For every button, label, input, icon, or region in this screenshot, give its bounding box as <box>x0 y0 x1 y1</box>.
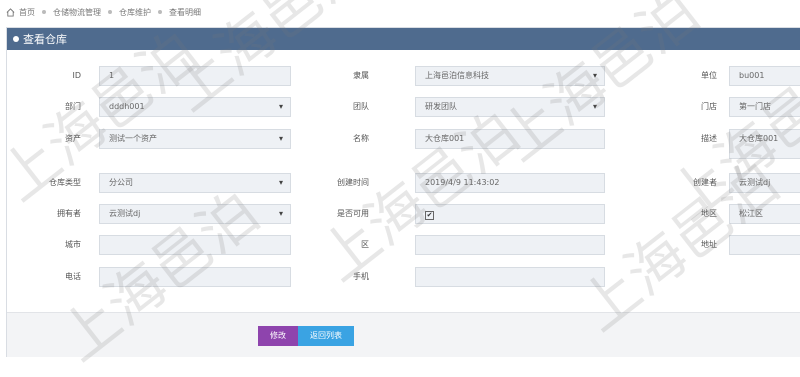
creator-label: 创建者 <box>693 178 717 187</box>
owner-select[interactable]: 上海邑泊信息科技 <box>415 66 605 86</box>
district-label: 区 <box>361 240 369 249</box>
desc-textarea[interactable]: 大仓库001 <box>729 129 800 159</box>
breadcrumb-detail: 查看明细 <box>169 7 201 17</box>
district-field[interactable] <box>415 235 605 255</box>
type-label: 仓库类型 <box>49 178 81 187</box>
store-label: 门店 <box>701 102 717 111</box>
created-at-label: 创建时间 <box>337 178 369 187</box>
id-field[interactable]: 1 <box>99 66 291 86</box>
dept-label: 部门 <box>65 102 81 111</box>
form-row: 部门 dddh001 团队 研发团队 门店 第一门店 <box>7 96 800 118</box>
unit-label: 单位 <box>701 71 717 80</box>
region-label: 地区 <box>701 209 717 218</box>
available-checkbox[interactable]: ✔ <box>425 211 434 220</box>
creator-field[interactable]: 云测试dj <box>729 173 800 193</box>
asset-label: 资产 <box>65 134 81 143</box>
name-field[interactable]: 大仓库001 <box>415 129 605 149</box>
available-field: ✔ <box>415 204 605 224</box>
breadcrumb-warehouse-maintenance[interactable]: 仓库维护 <box>119 7 151 18</box>
dept-select[interactable]: dddh001 <box>99 97 291 117</box>
team-select[interactable]: 研发团队 <box>415 97 605 117</box>
info-icon <box>13 36 19 42</box>
mobile-label: 手机 <box>353 272 369 281</box>
form-row: 城市 区 地址 <box>7 234 800 256</box>
panel-title: 查看仓库 <box>23 33 67 46</box>
form-footer: 修改 返回列表 <box>7 312 800 357</box>
name-label: 名称 <box>353 134 369 143</box>
unit-field[interactable]: bu001 <box>729 66 800 86</box>
owner-label: 隶属 <box>353 71 369 80</box>
phone-label: 电话 <box>65 272 81 281</box>
available-label: 是否可用 <box>337 209 369 218</box>
breadcrumb-separator <box>42 10 46 14</box>
phone-field[interactable] <box>99 267 291 287</box>
breadcrumb-warehouse-logistics[interactable]: 仓储物流管理 <box>53 7 101 18</box>
form-row: 电话 手机 <box>7 266 800 288</box>
address-label: 地址 <box>701 240 717 249</box>
view-warehouse-panel: 查看仓库 ID 1 隶属 上海邑泊信息科技 单位 bu001 部门 dddh00… <box>6 27 800 357</box>
form-row: 仓库类型 分公司 创建时间 2019/4/9 11:43:02 创建者 云测试d… <box>7 172 800 194</box>
form-row: 资产 测试一个资产 名称 大仓库001 描述 大仓库001 <box>7 128 800 159</box>
city-field[interactable] <box>99 235 291 255</box>
type-select[interactable]: 分公司 <box>99 173 291 193</box>
holder-select[interactable]: 云测试dj <box>99 204 291 224</box>
home-icon[interactable] <box>6 7 15 17</box>
team-label: 团队 <box>353 102 369 111</box>
panel-header: 查看仓库 <box>7 28 800 50</box>
city-label: 城市 <box>65 240 81 249</box>
mobile-field[interactable] <box>415 267 605 287</box>
form-row: 拥有者 云测试dj 是否可用 ✔ 地区 松江区 <box>7 203 800 225</box>
form-row: ID 1 隶属 上海邑泊信息科技 单位 bu001 <box>7 65 800 87</box>
id-label: ID <box>72 71 81 80</box>
edit-button[interactable]: 修改 <box>258 326 298 346</box>
back-to-list-button[interactable]: 返回列表 <box>298 326 354 346</box>
holder-label: 拥有者 <box>57 209 81 218</box>
address-field[interactable] <box>729 235 800 255</box>
breadcrumb-home[interactable]: 首页 <box>19 7 35 18</box>
breadcrumb-separator <box>158 10 162 14</box>
region-field[interactable]: 松江区 <box>729 204 800 224</box>
created-at-field[interactable]: 2019/4/9 11:43:02 <box>415 173 605 193</box>
breadcrumb: 首页 仓储物流管理 仓库维护 查看明细 <box>6 4 201 20</box>
store-field[interactable]: 第一门店 <box>729 97 800 117</box>
asset-select[interactable]: 测试一个资产 <box>99 129 291 149</box>
desc-label: 描述 <box>701 134 717 143</box>
breadcrumb-separator <box>108 10 112 14</box>
